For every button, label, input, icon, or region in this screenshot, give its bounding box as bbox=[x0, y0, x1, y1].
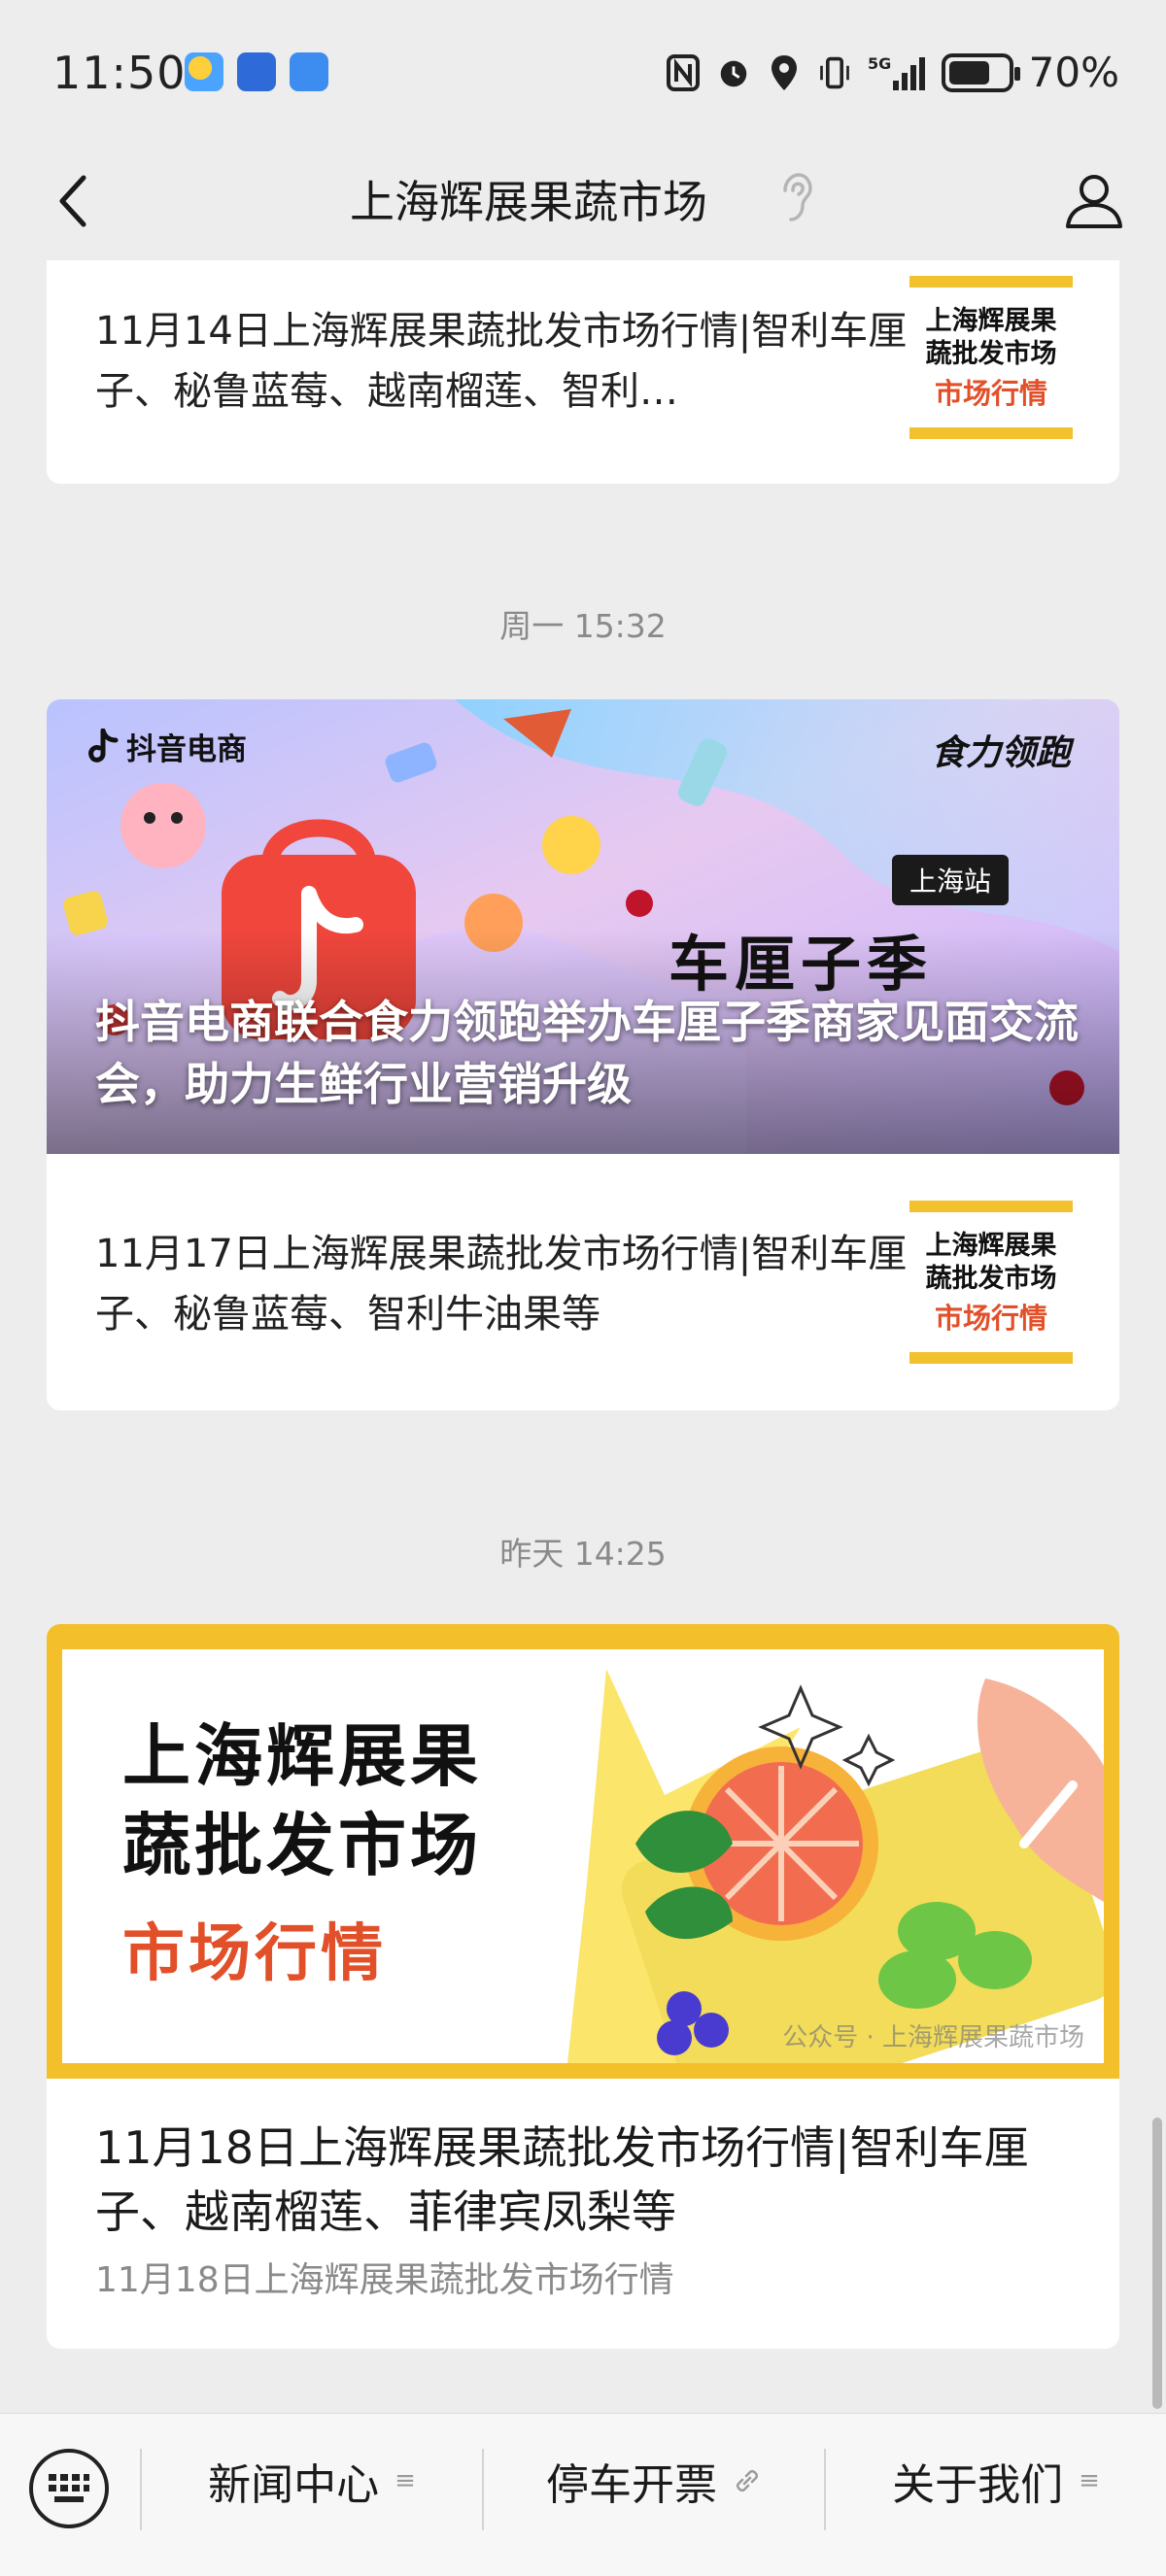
douyin-logo-text: 抖音电商 bbox=[126, 732, 247, 767]
scrollbar[interactable] bbox=[1152, 2118, 1162, 2409]
thumbnail-line: 蔬批发市场 bbox=[925, 1264, 1057, 1294]
article-card: 11月14日上海辉展果蔬批发市场行情|智利车厘子、秘鲁蓝莓、越南榴莲、智利… 上… bbox=[47, 260, 1119, 484]
cover-watermark: 公众号 · 上海辉展果蔬市场 bbox=[782, 2023, 1084, 2052]
article-card: 抖音电商 食力领跑 上海站 车厘子季 抖音电商联合食力领跑举办车厘子季商家见面交… bbox=[47, 699, 1119, 1410]
menu-item-news-center[interactable]: 新闻中心 ≡ bbox=[142, 2414, 482, 2548]
page-title: 上海辉展果蔬市场 bbox=[350, 176, 707, 228]
cover-inner: 上海辉展果 蔬批发市场 市场行情 公众号 · 上海辉展果蔬市场 bbox=[62, 1649, 1104, 2063]
app-store-icon bbox=[290, 52, 328, 91]
menu-item-label: 新闻中心 bbox=[208, 2460, 380, 2510]
article-title: 11月17日上海辉展果蔬批发市场行情|智利车厘子、秘鲁蓝莓、智利牛油果等 bbox=[95, 1232, 908, 1337]
profile-button[interactable] bbox=[1057, 163, 1131, 237]
menu-item-about-us[interactable]: 关于我们 ≡ bbox=[826, 2414, 1166, 2548]
signal-icon: 5G bbox=[868, 53, 926, 92]
link-icon bbox=[737, 2470, 758, 2491]
article-cover: 上海辉展果 蔬批发市场 市场行情 公众号 · 上海辉展果蔬市场 bbox=[47, 1624, 1119, 2079]
keyboard-icon bbox=[49, 2474, 89, 2502]
article-title: 11月14日上海辉展果蔬批发市场行情|智利车厘子、秘鲁蓝莓、越南榴莲、智利… bbox=[95, 309, 908, 414]
svg-text:5G: 5G bbox=[868, 54, 891, 73]
ear-icon bbox=[783, 173, 812, 221]
vibrate-icon bbox=[817, 53, 852, 92]
alarm-icon bbox=[716, 53, 751, 92]
article-title: 抖音电商联合食力领跑举办车厘子季商家见面交流会，助力生鲜行业营销升级 bbox=[95, 996, 1079, 1110]
thumbnail-line: 市场行情 bbox=[934, 377, 1047, 410]
battery-percent: 70% bbox=[1028, 49, 1119, 96]
article-card[interactable]: 上海辉展果 蔬批发市场 市场行情 公众号 · 上海辉展果蔬市场 11月18日上海… bbox=[47, 1624, 1119, 2349]
bottom-menu: 新闻中心 ≡ 停车开票 关于我们 ≡ bbox=[0, 2413, 1166, 2576]
brand-logo-text: 食力领跑 bbox=[930, 733, 1071, 773]
location-badge: 上海站 bbox=[892, 855, 1010, 905]
tiktok-icon bbox=[88, 728, 119, 763]
thumbnail-line: 蔬批发市场 bbox=[925, 339, 1057, 369]
thumbnail-line: 上海辉展果 bbox=[925, 1231, 1057, 1261]
article-list-item[interactable]: 11月14日上海辉展果蔬批发市场行情|智利车厘子、秘鲁蓝莓、越南榴莲、智利… 上… bbox=[47, 260, 1119, 484]
menu-lines-icon: ≡ bbox=[1079, 2466, 1100, 2495]
user-icon bbox=[1066, 175, 1122, 228]
location-icon bbox=[767, 53, 802, 92]
article-cover[interactable]: 抖音电商 食力领跑 上海站 车厘子季 抖音电商联合食力领跑举办车厘子季商家见面交… bbox=[47, 699, 1119, 1154]
article-summary: 11月18日上海辉展果蔬批发市场行情 bbox=[95, 2260, 674, 2300]
message-feed[interactable]: 11月14日上海辉展果蔬批发市场行情|智利车厘子、秘鲁蓝莓、越南榴莲、智利… 上… bbox=[0, 260, 1166, 2413]
status-app-icons bbox=[185, 52, 328, 91]
menu-item-label: 停车开票 bbox=[546, 2460, 717, 2510]
cover-line: 市场行情 bbox=[122, 1918, 387, 1990]
nfc-icon bbox=[666, 53, 701, 92]
thumbnail-line: 市场行情 bbox=[934, 1302, 1047, 1335]
article-thumbnail: 上海辉展果 蔬批发市场 市场行情 bbox=[909, 1201, 1073, 1364]
menu-lines-icon: ≡ bbox=[394, 2466, 416, 2495]
chat-header: 上海辉展果蔬市场 bbox=[0, 146, 1166, 260]
message-timestamp: 周一 15:32 bbox=[499, 607, 667, 645]
article-list-item[interactable]: 11月17日上海辉展果蔬批发市场行情|智利车厘子、秘鲁蓝莓、智利牛油果等 上海辉… bbox=[47, 1154, 1119, 1410]
menu-item-parking-invoice[interactable]: 停车开票 bbox=[484, 2414, 824, 2548]
menu-item-label: 关于我们 bbox=[892, 2460, 1064, 2510]
keyboard-toggle-button[interactable] bbox=[29, 2449, 109, 2528]
battery-level bbox=[948, 60, 989, 85]
message-timestamp: 昨天 14:25 bbox=[499, 1535, 667, 1573]
back-button[interactable] bbox=[39, 167, 107, 235]
cover-headline: 车厘子季 bbox=[669, 929, 934, 1000]
thumbnail-line: 上海辉展果 bbox=[925, 306, 1057, 336]
cover-line: 上海辉展果 bbox=[122, 1716, 482, 1796]
status-time: 11:50 bbox=[52, 47, 187, 99]
cover-line: 蔬批发市场 bbox=[122, 1806, 482, 1885]
chevron-left-icon bbox=[59, 175, 86, 227]
douyin-logo: 抖音电商 bbox=[86, 725, 247, 768]
battery-icon bbox=[941, 52, 1020, 92]
app-notification-icon bbox=[185, 52, 223, 91]
article-thumbnail: 上海辉展果 蔬批发市场 市场行情 bbox=[909, 276, 1073, 439]
status-indicators: 5G 70% bbox=[666, 49, 1119, 96]
status-bar: 11:50 5G 70% bbox=[0, 0, 1166, 146]
app-notification-icon bbox=[237, 52, 276, 91]
article-title: 11月18日上海辉展果蔬批发市场行情|智利车厘子、越南榴莲、菲律宾凤梨等 bbox=[95, 2121, 1029, 2238]
